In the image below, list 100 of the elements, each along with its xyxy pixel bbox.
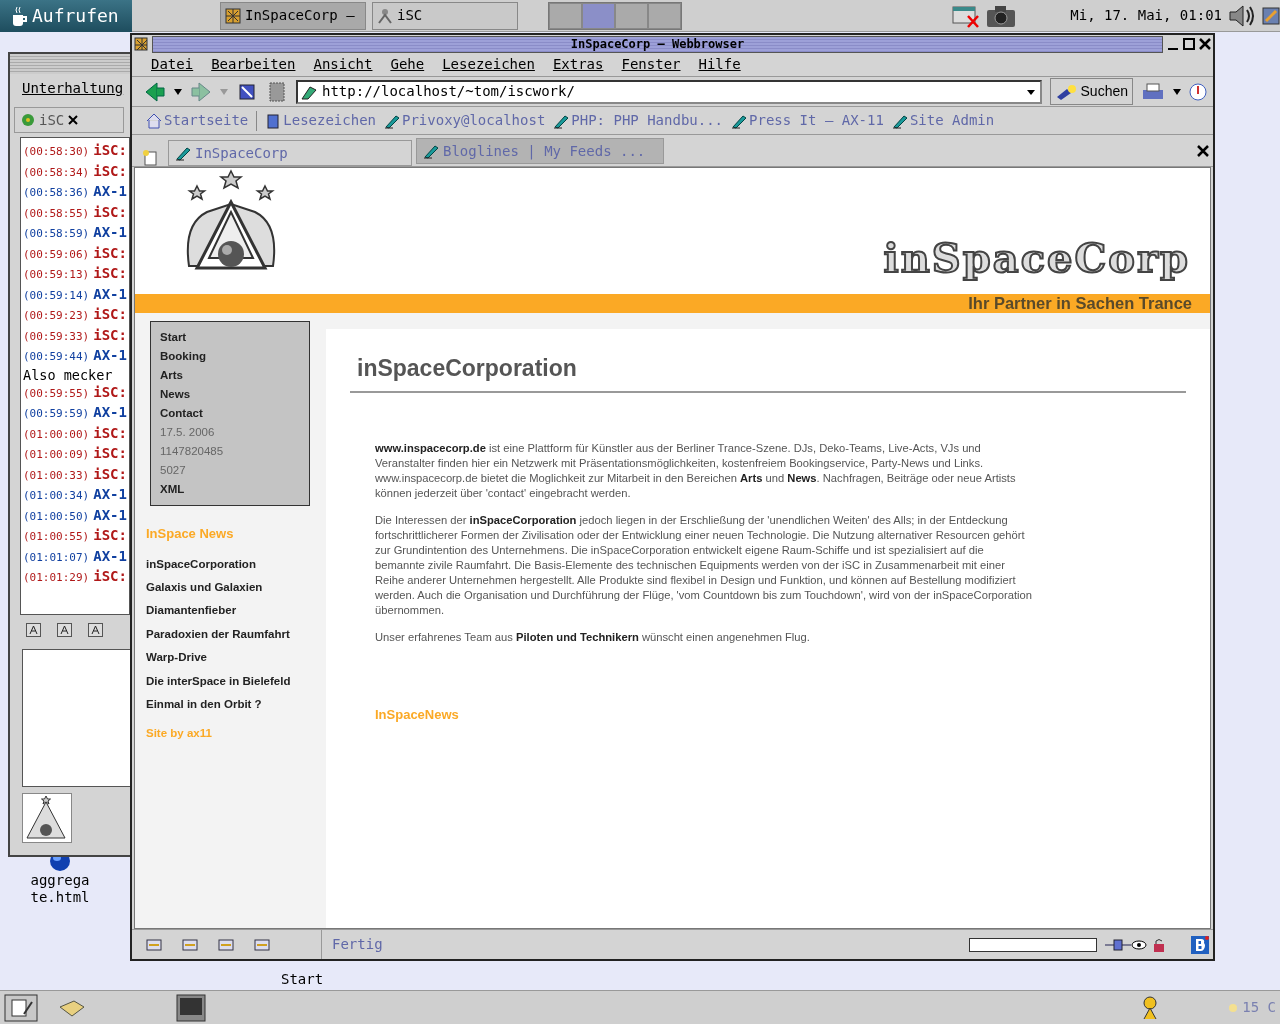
clock: Mi, 17. Mai, 01:01 (1070, 6, 1222, 25)
article-link[interactable]: Warp-Drive (135, 646, 325, 670)
close-icon[interactable] (68, 115, 79, 125)
message-time: (00:58:59) (23, 227, 90, 240)
plug-icon (1105, 937, 1131, 952)
menu-item[interactable]: Ansicht (304, 54, 382, 75)
message-time: (01:00:55) (23, 530, 90, 543)
conversation-tab[interactable]: iSC (14, 107, 124, 133)
sender-name: AX-1 (93, 404, 127, 420)
message-time: (00:58:55) (23, 206, 90, 220)
message-time: (01:01:29) (23, 571, 90, 584)
notepad-icon[interactable] (4, 993, 38, 1022)
sender-name: iSC: (93, 445, 127, 461)
sender-name: AX-1 (93, 347, 127, 363)
monitor-icon[interactable] (1262, 6, 1280, 25)
sender-name: AX-1 (93, 285, 127, 302)
book-icon (265, 112, 282, 129)
dropdown-icon[interactable] (174, 88, 182, 95)
bookmark-link[interactable]: Press It – AX-11 (731, 110, 884, 131)
menu-item[interactable]: Gehe (381, 54, 434, 75)
window-title: InSpaceCorp – Webbrowser (152, 35, 1163, 53)
menu-item[interactable]: Lesezeichen (433, 54, 544, 75)
sender-name: AX-1 (93, 224, 127, 240)
search-button[interactable]: Suchen (1049, 78, 1133, 105)
bookmark-link[interactable]: Lesezeichen (265, 110, 376, 131)
article-link[interactable]: Galaxis und Galaxien (135, 575, 325, 600)
message-time: (00:59:13) (23, 268, 90, 281)
b-logo-icon[interactable] (1191, 936, 1209, 954)
terminal-icon[interactable] (176, 993, 206, 1022)
nav-link[interactable]: Booking (160, 347, 300, 366)
figure-icon (377, 7, 393, 24)
message-time: (01:00:33) (23, 468, 90, 482)
nav-link[interactable]: Start (160, 328, 300, 347)
camera-icon[interactable] (986, 3, 1017, 28)
padlock-icon[interactable] (1151, 937, 1167, 952)
sender-name: iSC: (93, 162, 127, 179)
close-icon[interactable] (1199, 38, 1211, 50)
article-link[interactable]: Einmal in den Orbit ? (135, 692, 325, 717)
sender-name: iSC: (93, 244, 127, 261)
maximize-icon[interactable] (1183, 38, 1195, 50)
file-label[interactable]: aggregate.html (30, 872, 90, 906)
sender-name: AX-1 (93, 547, 127, 564)
sender-name: iSC: (93, 383, 127, 400)
grid-icon (225, 7, 241, 24)
speaker-icon[interactable] (1228, 2, 1256, 29)
message-time: (00:59:06) (23, 247, 90, 261)
launcher-label[interactable]: Start (281, 969, 324, 990)
message-time: (00:58:30) (23, 145, 90, 158)
sender-name: iSC: (93, 306, 127, 322)
menu-item[interactable]: Datei (142, 54, 203, 75)
message-time: (00:59:23) (23, 309, 90, 322)
close-tab-icon[interactable] (1197, 145, 1209, 157)
bold-a-icon[interactable] (26, 623, 41, 637)
sender-name: AX-1 (93, 183, 127, 199)
sender-name: iSC: (93, 527, 127, 543)
menu-item[interactable]: Fenster (612, 54, 690, 75)
news-heading: InSpace News (145, 525, 235, 543)
message-time: (01:00:34) (23, 489, 90, 502)
start-button[interactable]: Aufrufen (0, 0, 132, 32)
address-field[interactable]: http://localhost/~tom/iscwork/ (296, 79, 1042, 104)
sun-icon (1228, 1002, 1239, 1013)
message-time: (01:01:07) (23, 550, 90, 564)
bookmark-link[interactable]: Privoxy@localhost (384, 110, 546, 131)
nav-link[interactable]: XML (160, 480, 300, 499)
message-time: (00:59:44) (23, 350, 90, 363)
tagline: Ihr Partner in Sachen Trance (968, 294, 1192, 313)
chat-message: Also mecker (23, 366, 113, 383)
sender-name: iSC: (93, 203, 127, 220)
window-close-icon[interactable] (952, 3, 981, 28)
back-icon[interactable] (144, 80, 166, 103)
message-time: (01:00:09) (23, 448, 90, 461)
nav-info: 1147820485 (160, 444, 225, 459)
message-time: (01:00:50) (23, 509, 90, 523)
sender-name: iSC: (93, 326, 127, 343)
article-link[interactable]: Paradoxien der Raumfahrt (135, 622, 325, 647)
printer-icon[interactable] (1141, 81, 1165, 102)
menu-item[interactable]: Bearbeiten (202, 54, 305, 75)
nav-link[interactable]: Contact (160, 404, 300, 423)
grid-icon (134, 37, 148, 51)
bookmark-link[interactable]: PHP: PHP Handbu... (553, 110, 724, 131)
article-link[interactable]: Die interSpace in Bielefeld (135, 669, 325, 693)
body-paragraph: Unser erfahrenes Team aus Piloten und Technikern wünscht einen angenehmen Flug. (375, 629, 811, 645)
menu-item[interactable]: Extras (543, 54, 613, 75)
article-link[interactable]: inSpaceCorporation (135, 552, 325, 576)
nav-info: 5027 (160, 463, 187, 478)
nav-link[interactable]: News (160, 385, 300, 404)
browser-tab[interactable]: InSpaceCorp (168, 140, 412, 166)
italic-a-icon[interactable] (57, 623, 72, 637)
menu-item[interactable]: Hilfe (689, 54, 750, 75)
new-tab-icon[interactable] (142, 150, 158, 166)
article-link[interactable]: Diamantenfieber (135, 599, 325, 623)
menu-item[interactable]: Unterhaltung (10, 74, 134, 103)
underline-a-icon[interactable] (88, 623, 103, 637)
taskbar-button[interactable]: iSC (372, 1, 518, 30)
nav-link[interactable]: Arts (160, 366, 300, 385)
bookmark-link[interactable]: Startseite (146, 110, 249, 131)
bookmark-link[interactable]: Site Admin (891, 110, 995, 131)
dropdown-icon[interactable] (1173, 88, 1181, 95)
taskbar-button[interactable]: InSpaceCorp – (220, 1, 366, 30)
buddy-logo-icon (23, 794, 69, 840)
